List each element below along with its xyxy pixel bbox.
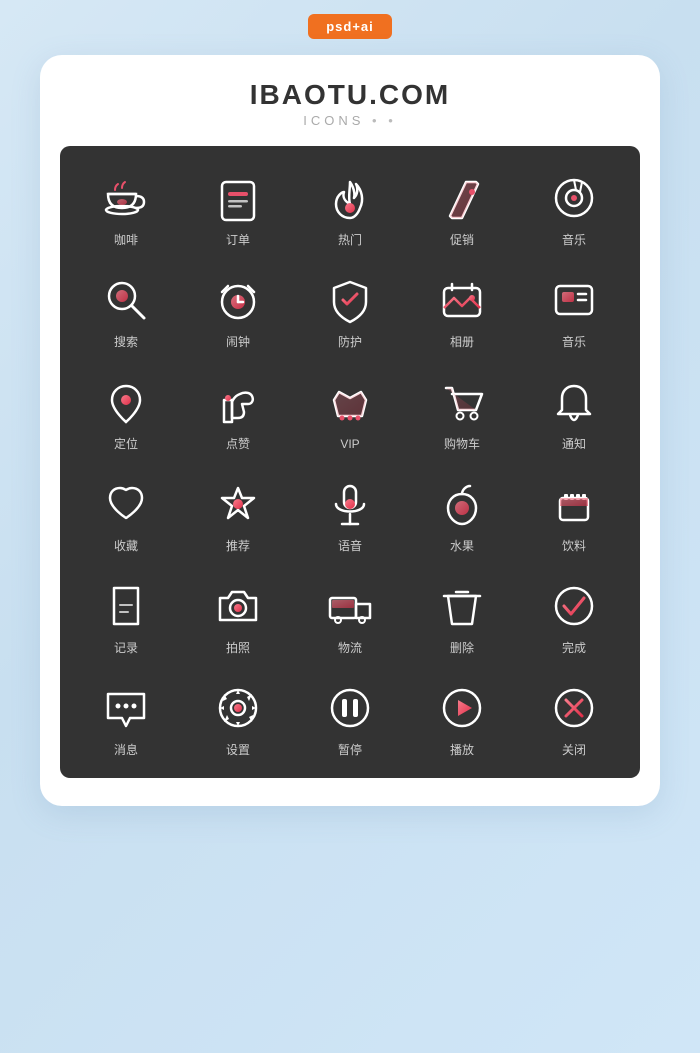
- favorite-label: 收藏: [114, 537, 138, 554]
- message-label: 消息: [114, 741, 138, 758]
- delete-label: 删除: [450, 639, 474, 656]
- logistics-icon[interactable]: 物流: [294, 564, 406, 666]
- voice-label: 语音: [338, 537, 362, 554]
- notify-label: 通知: [562, 435, 586, 452]
- hot-label: 热门: [338, 231, 362, 248]
- main-card: IBAOTU.COM ICONS: [40, 55, 660, 806]
- drink-label: 饮料: [562, 537, 586, 554]
- hot-icon[interactable]: 热门: [294, 156, 406, 258]
- like-label: 点赞: [226, 435, 250, 452]
- drink-icon[interactable]: 饮料: [518, 462, 630, 564]
- album-icon[interactable]: 相册: [406, 258, 518, 360]
- close-label: 关闭: [562, 741, 586, 758]
- music-label: 音乐: [562, 231, 586, 248]
- coffee-label: 咖啡: [114, 231, 138, 248]
- location-label: 定位: [114, 435, 138, 452]
- vip-label: VIP: [340, 437, 359, 451]
- play-label: 播放: [450, 741, 474, 758]
- record-icon[interactable]: 记录: [70, 564, 182, 666]
- fruit-label: 水果: [450, 537, 474, 554]
- notify-icon[interactable]: 通知: [518, 360, 630, 462]
- order-icon[interactable]: 订单: [182, 156, 294, 258]
- recommend-label: 推荐: [226, 537, 250, 554]
- like-icon[interactable]: 点赞: [182, 360, 294, 462]
- sale-label: 促销: [450, 231, 474, 248]
- alarm-label: 闹钟: [226, 333, 250, 350]
- cart-label: 购物车: [444, 435, 480, 452]
- format-badge: psd+ai: [308, 14, 392, 39]
- logistics-label: 物流: [338, 639, 362, 656]
- pause-icon[interactable]: 暂停: [294, 666, 406, 768]
- location-icon[interactable]: 定位: [70, 360, 182, 462]
- music-icon[interactable]: 音乐: [518, 156, 630, 258]
- delete-icon[interactable]: 删除: [406, 564, 518, 666]
- icon-grid: 咖啡 订单: [70, 156, 630, 768]
- record-label: 记录: [114, 639, 138, 656]
- site-title: IBAOTU.COM: [60, 79, 640, 111]
- camera-icon[interactable]: 拍照: [182, 564, 294, 666]
- alarm-icon[interactable]: 闹钟: [182, 258, 294, 360]
- cart-icon[interactable]: 购物车: [406, 360, 518, 462]
- camera-label: 拍照: [226, 639, 250, 656]
- music2-icon[interactable]: 音乐: [518, 258, 630, 360]
- fruit-icon[interactable]: 水果: [406, 462, 518, 564]
- favorite-icon[interactable]: 收藏: [70, 462, 182, 564]
- done-label: 完成: [562, 639, 586, 656]
- sale-icon[interactable]: 促销: [406, 156, 518, 258]
- play-icon[interactable]: 播放: [406, 666, 518, 768]
- card-subtitle: ICONS: [60, 113, 640, 128]
- pause-label: 暂停: [338, 741, 362, 758]
- settings-icon[interactable]: 设置: [182, 666, 294, 768]
- shield-icon[interactable]: 防护: [294, 258, 406, 360]
- recommend-icon[interactable]: 推荐: [182, 462, 294, 564]
- voice-icon[interactable]: 语音: [294, 462, 406, 564]
- shield-label: 防护: [338, 333, 362, 350]
- settings-label: 设置: [226, 741, 250, 758]
- album-label: 相册: [450, 333, 474, 350]
- message-icon[interactable]: 消息: [70, 666, 182, 768]
- done-icon[interactable]: 完成: [518, 564, 630, 666]
- coffee-icon[interactable]: 咖啡: [70, 156, 182, 258]
- icon-grid-container: 咖啡 订单: [60, 146, 640, 778]
- search-icon[interactable]: 搜索: [70, 258, 182, 360]
- search-label: 搜索: [114, 333, 138, 350]
- order-label: 订单: [226, 231, 250, 248]
- music2-label: 音乐: [562, 333, 586, 350]
- close-icon[interactable]: 关闭: [518, 666, 630, 768]
- vip-icon[interactable]: VIP: [294, 360, 406, 462]
